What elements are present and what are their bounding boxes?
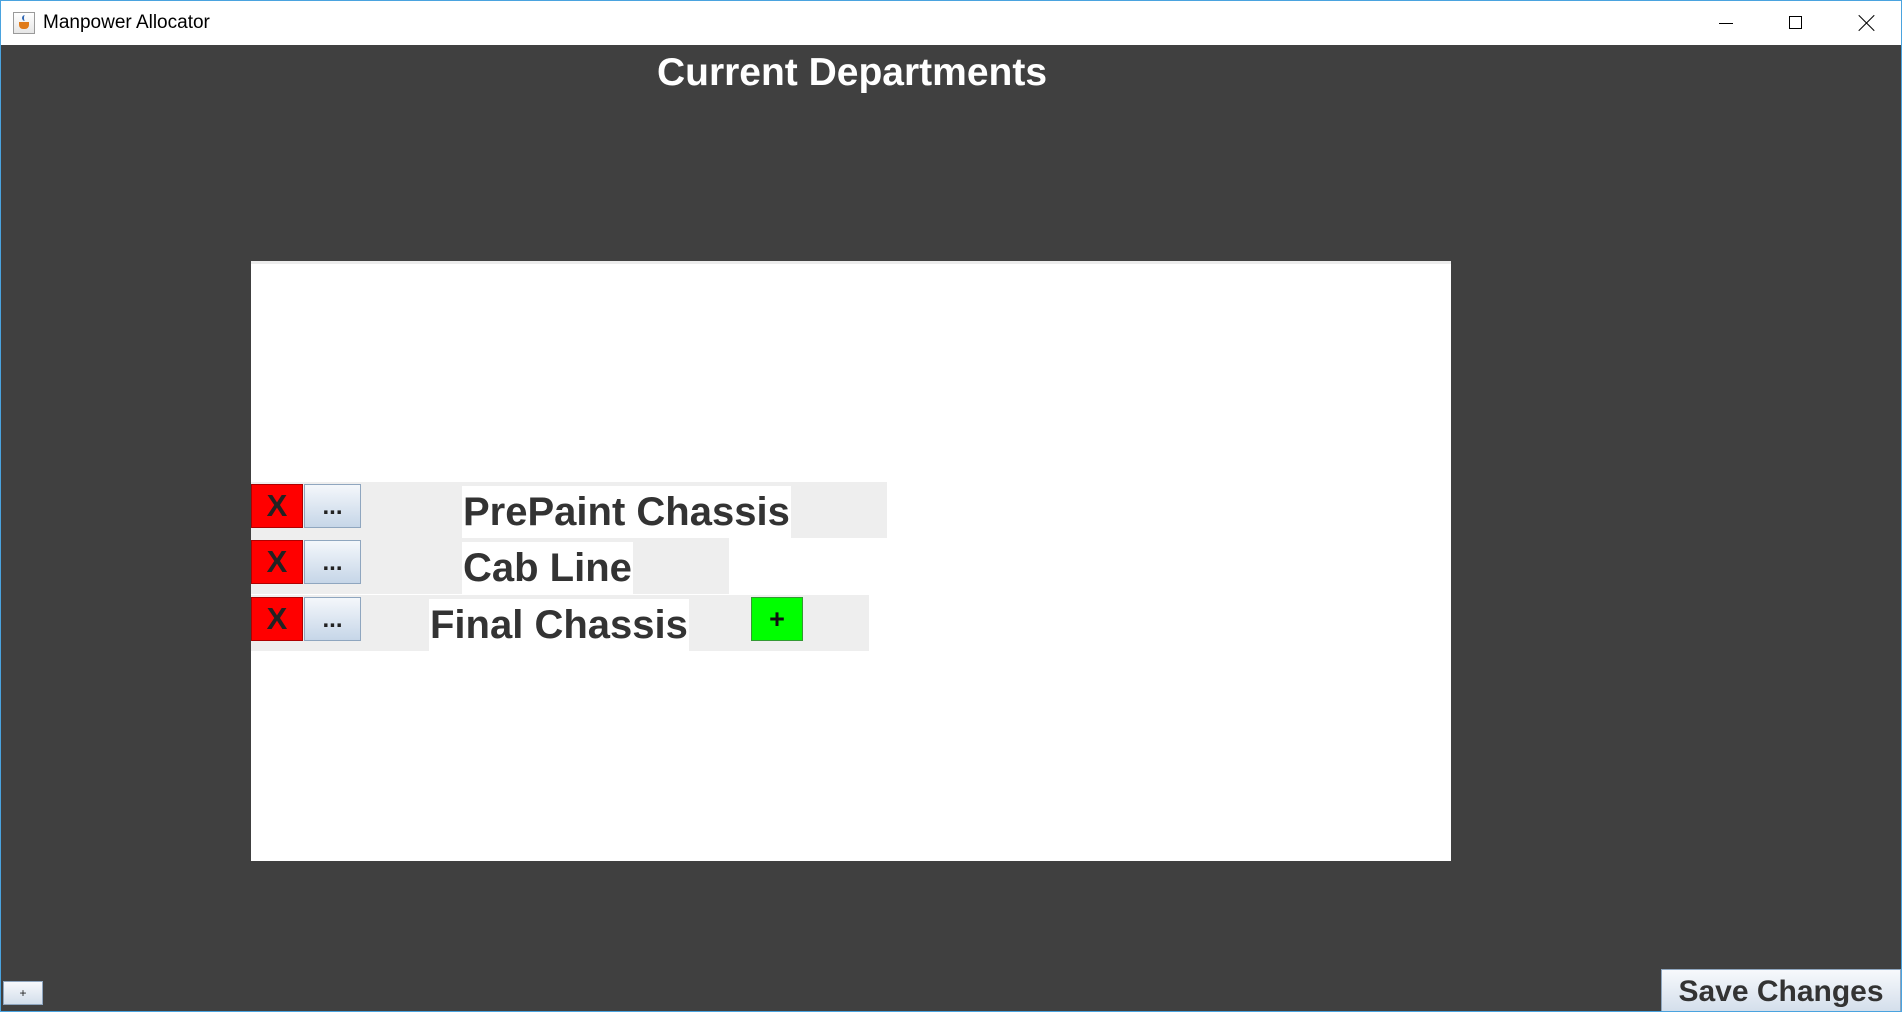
minimize-icon bbox=[1719, 23, 1733, 24]
edit-department-button[interactable]: ... bbox=[304, 597, 361, 641]
add-department-button[interactable]: + bbox=[751, 597, 803, 641]
department-name: PrePaint Chassis bbox=[462, 486, 791, 538]
close-icon bbox=[1858, 14, 1875, 31]
page-title: Current Departments bbox=[656, 51, 1048, 94]
delete-department-button[interactable]: X bbox=[251, 540, 303, 584]
maximize-icon bbox=[1789, 16, 1802, 29]
delete-department-button[interactable]: X bbox=[251, 484, 303, 528]
window-title: Manpower Allocator bbox=[43, 12, 210, 33]
department-name: Final Chassis bbox=[429, 599, 689, 651]
save-changes-button[interactable]: Save Changes bbox=[1661, 969, 1901, 1011]
departments-panel: X ... PrePaint Chassis X ... Cab Line X … bbox=[251, 261, 1451, 861]
edit-department-button[interactable]: ... bbox=[304, 540, 361, 584]
title-bar[interactable]: Manpower Allocator bbox=[1, 1, 1901, 45]
minimize-button[interactable] bbox=[1691, 1, 1761, 45]
close-button[interactable] bbox=[1831, 1, 1901, 45]
app-window: Manpower Allocator Current Departments X… bbox=[0, 0, 1902, 1012]
edit-department-button[interactable]: ... bbox=[304, 484, 361, 528]
maximize-button[interactable] bbox=[1761, 1, 1831, 45]
add-button[interactable]: + bbox=[3, 981, 43, 1005]
delete-department-button[interactable]: X bbox=[251, 597, 303, 641]
java-cup-icon bbox=[13, 12, 35, 34]
department-name: Cab Line bbox=[462, 542, 633, 594]
